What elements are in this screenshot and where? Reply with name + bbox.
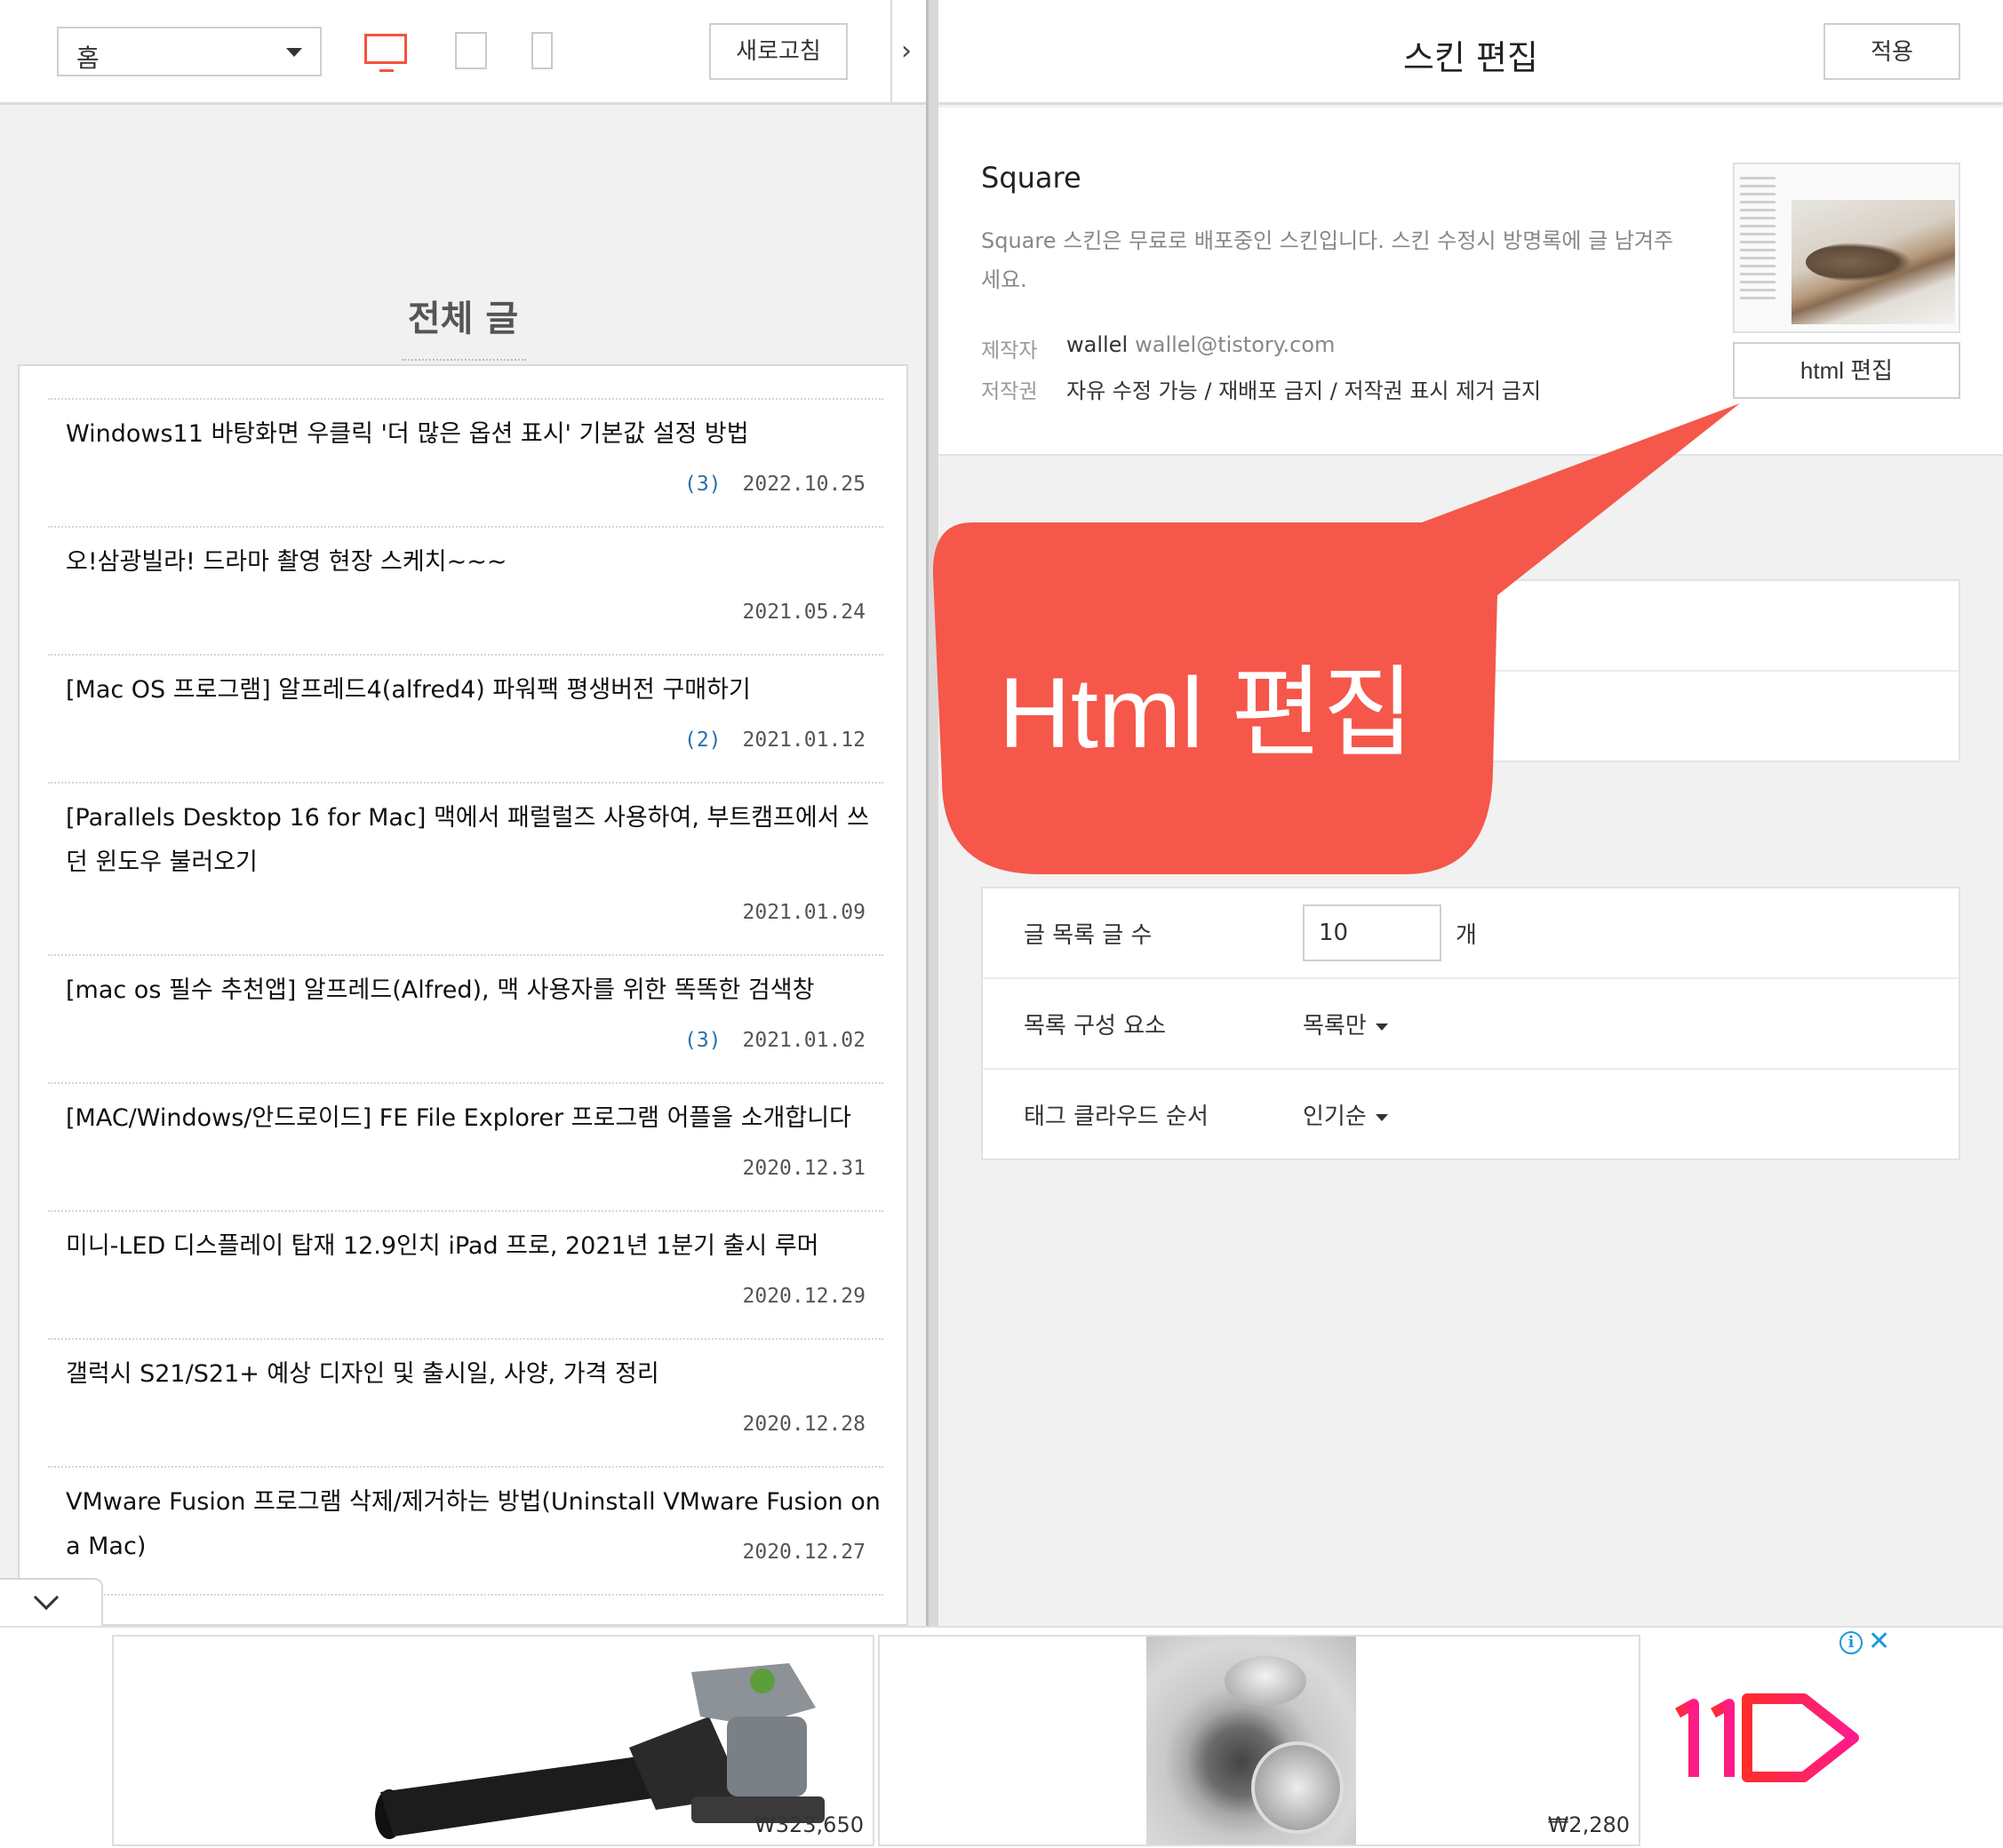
collapse-ad-toggle[interactable] [0, 1578, 103, 1628]
mobile-view-icon[interactable] [531, 32, 553, 69]
list-item[interactable]: 갤럭시 S21/S21+ 예상 디자인 및 출시일, 사양, 가격 정리 202… [48, 1338, 883, 1466]
post-meta: (3) 2021.01.02 [684, 1029, 866, 1052]
list-divider [48, 1594, 883, 1624]
post-meta: 2020.12.28 [743, 1413, 866, 1436]
list-item[interactable]: [Mac OS 프로그램] 알프레드4(alfred4) 파워팩 평생버전 구매… [48, 654, 883, 782]
post-count-input[interactable]: 10 [1303, 904, 1441, 961]
post-date: 2021.01.02 [742, 1029, 866, 1052]
apply-button[interactable]: 적용 [1823, 23, 1960, 80]
author-label: 제작자 [981, 339, 1038, 362]
thumbnail-sidebar [1740, 171, 1784, 328]
ad-close-icon[interactable]: ✕ [1868, 1626, 1890, 1658]
list-settings: 글 목록 글 수 10 개 목록 구성 요소 목록만 태그 클라우드 순서 인기… [981, 887, 1960, 1160]
drain-cap [1225, 1656, 1306, 1706]
skin-name: Square [981, 161, 1081, 195]
post-list: Windows11 바탕화면 우클릭 '더 많은 옵션 표시' 기본값 설정 방… [18, 364, 908, 1626]
post-title[interactable]: [Mac OS 프로그램] 알프레드4(alfred4) 파워팩 평생버전 구매… [66, 668, 883, 713]
post-meta: 2020.12.29 [743, 1285, 866, 1308]
post-title[interactable]: Windows11 바탕화면 우클릭 '더 많은 옵션 표시' 기본값 설정 방… [66, 412, 883, 457]
tablet-view-icon[interactable] [455, 32, 487, 69]
thumbnail-cat [1806, 243, 1912, 282]
ad-price: ₩2,280 [1547, 1812, 1630, 1837]
page-select-value: 홈 [76, 44, 100, 73]
chevron-down-icon [286, 48, 302, 57]
post-meta: (3) 2022.10.25 [684, 473, 866, 496]
post-meta: 2021.01.09 [743, 901, 866, 924]
author-value: wallel wallel@tistory.com [1066, 332, 1335, 357]
post-title[interactable]: 오!삼광빌라! 드라마 촬영 현장 스케치~~~ [66, 540, 883, 585]
refresh-button[interactable]: 새로고침 [709, 23, 848, 80]
callout-text: Html 편집 [999, 657, 1415, 769]
post-date: 2021.01.12 [742, 729, 866, 752]
author-email: wallel@tistory.com [1135, 332, 1336, 357]
sink-drain-image [1146, 1637, 1356, 1844]
post-meta: 2020.12.31 [743, 1157, 866, 1180]
setting-row-post-count: 글 목록 글 수 10 개 [983, 888, 1959, 979]
setting-row-list-components: 목록 구성 요소 목록만 [983, 979, 1959, 1070]
list-item[interactable]: [mac os 필수 추천앱] 알프레드(Alfred), 맥 사용자를 위한 … [48, 954, 883, 1082]
list-item[interactable]: VMware Fusion 프로그램 삭제/제거하는 방법(Uninstall … [48, 1466, 883, 1594]
11st-logo [1675, 1693, 1859, 1782]
setting-row-tag-cloud: 태그 클라우드 순서 인기순 [983, 1070, 1959, 1160]
list-item[interactable]: Windows11 바탕화면 우클릭 '더 많은 옵션 표시' 기본값 설정 방… [48, 398, 883, 526]
board-title-underline [402, 359, 526, 361]
list-components-label: 목록 구성 요소 [1024, 1013, 1167, 1040]
post-title[interactable]: [MAC/Windows/안드로이드] FE File Explorer 프로그… [66, 1096, 883, 1141]
post-meta: 2021.05.24 [743, 601, 866, 624]
list-item[interactable]: 미니-LED 디스플레이 탑재 12.9인치 iPad 프로, 2021년 1분… [48, 1210, 883, 1338]
board-title: 전체 글 [407, 299, 519, 339]
post-title[interactable]: [mac os 필수 추천앱] 알프레드(Alfred), 맥 사용자를 위한 … [66, 968, 883, 1013]
page-select[interactable]: 홈 [57, 27, 322, 76]
skin-thumbnail [1733, 163, 1960, 333]
tag-cloud-label: 태그 클라우드 순서 [1024, 1103, 1209, 1130]
preview-toolbar: 홈 새로고침 [0, 0, 890, 105]
post-meta: 2020.12.27 [743, 1541, 866, 1564]
post-meta: (2) 2021.01.12 [684, 729, 866, 752]
tag-cloud-dropdown[interactable]: 인기순 [1303, 1098, 1388, 1131]
post-title[interactable]: [Parallels Desktop 16 for Mac] 맥에서 패럴럴즈 … [66, 796, 883, 885]
ad-info-icon[interactable]: i [1839, 1631, 1863, 1654]
html-edit-button[interactable]: html 편집 [1733, 342, 1960, 399]
list-item[interactable]: [Parallels Desktop 16 for Mac] 맥에서 패럴럴즈 … [48, 782, 883, 954]
tag-cloud-value: 인기순 [1303, 1103, 1367, 1130]
ad-card[interactable]: ₩2,280 [878, 1635, 1640, 1846]
post-date: 2022.10.25 [742, 473, 866, 496]
desktop-view-icon[interactable] [364, 34, 407, 72]
caret-down-icon [1375, 1023, 1388, 1031]
post-date: 2020.12.31 [742, 1157, 866, 1180]
list-item[interactable]: [MAC/Windows/안드로이드] FE File Explorer 프로그… [48, 1082, 883, 1210]
post-date: 2020.12.28 [742, 1413, 866, 1436]
skin-description: Square 스킨은 무료로 배포중인 스킨입니다. 스킨 수정시 방명록에 글… [981, 228, 1674, 292]
post-date: 2021.05.24 [742, 601, 866, 624]
comment-count[interactable]: (2) [684, 729, 722, 752]
caret-down-icon [1375, 1113, 1388, 1121]
skin-editor-header: 스킨 편집 적용 [938, 0, 2003, 105]
post-date: 2020.12.27 [742, 1541, 866, 1564]
comment-count[interactable]: (3) [684, 1029, 722, 1052]
list-components-value: 목록만 [1303, 1013, 1367, 1040]
ad-price: ₩323,650 [754, 1812, 864, 1837]
post-date: 2020.12.29 [742, 1285, 866, 1308]
collapse-panel-toggle[interactable]: › [890, 0, 926, 105]
post-count-unit: 개 [1456, 922, 1477, 949]
chevron-down-icon [33, 1584, 60, 1611]
post-count-label: 글 목록 글 수 [1024, 922, 1153, 949]
ad-card[interactable]: ₩323,650 [112, 1635, 874, 1846]
chevron-right-icon: › [901, 36, 912, 67]
list-item[interactable]: 오!삼광빌라! 드라마 촬영 현장 스케치~~~ 2021.05.24 [48, 526, 883, 654]
comment-count[interactable]: (3) [684, 473, 722, 496]
post-title[interactable]: 미니-LED 디스플레이 탑재 12.9인치 iPad 프로, 2021년 1분… [66, 1224, 883, 1269]
post-title[interactable]: 갤럭시 S21/S21+ 예상 디자인 및 출시일, 사양, 가격 정리 [66, 1352, 883, 1397]
drain-strainer [1251, 1741, 1344, 1834]
author-name: wallel [1066, 332, 1129, 357]
post-date: 2021.01.09 [742, 901, 866, 924]
list-components-dropdown[interactable]: 목록만 [1303, 1008, 1388, 1040]
